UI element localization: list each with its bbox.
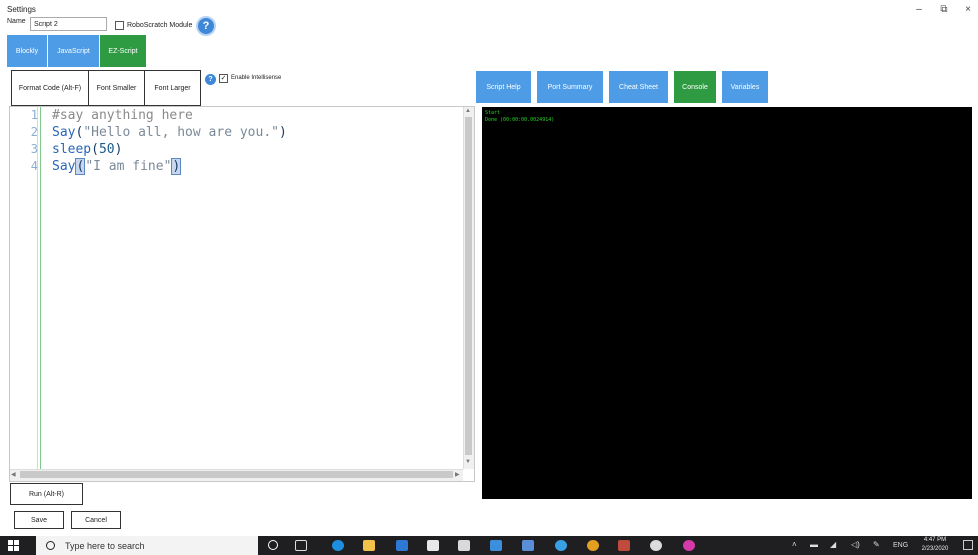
app-icon[interactable] — [458, 540, 470, 551]
roboscratch-label: RoboScratch Module — [127, 22, 193, 29]
mail-icon[interactable] — [427, 540, 439, 551]
code-string: "Hello all, how are you." — [83, 125, 279, 140]
network-icon[interactable]: ◢ — [830, 540, 836, 549]
help-icon[interactable]: ? — [196, 16, 216, 36]
search-icon — [46, 541, 55, 550]
tab-javascript[interactable]: JavaScript — [48, 35, 99, 67]
cortana-icon[interactable] — [268, 540, 278, 550]
roboscratch-checkbox[interactable] — [115, 21, 124, 30]
cancel-button[interactable]: Cancel — [71, 511, 121, 529]
word-app-icon[interactable] — [522, 540, 534, 551]
intellisense-help-icon[interactable]: ? — [205, 74, 216, 85]
code-function: Say — [52, 125, 76, 140]
tab-variables[interactable]: Variables — [722, 71, 768, 103]
save-button[interactable]: Save — [14, 511, 64, 529]
edge-icon[interactable] — [332, 540, 344, 551]
editor-horizontal-scroll-thumb[interactable] — [20, 471, 453, 478]
windows-start-icon[interactable] — [8, 540, 20, 551]
code-paren-highlight: ( — [75, 158, 86, 175]
app-icon-2[interactable] — [490, 540, 502, 551]
pen-icon[interactable]: ✎ — [873, 540, 880, 549]
tab-cheat-sheet[interactable]: Cheat Sheet — [609, 71, 668, 103]
app-icon-3[interactable] — [618, 540, 630, 551]
font-larger-button[interactable]: Font Larger — [144, 70, 201, 106]
restore-button[interactable]: ⧉ — [937, 4, 951, 15]
close-button[interactable]: × — [961, 4, 975, 15]
settings-gear-icon[interactable] — [650, 540, 662, 551]
line-number: 3 — [30, 142, 38, 156]
code-line-2[interactable]: 2 Say("Hello all, how are you.") — [14, 124, 287, 141]
line-number: 4 — [30, 159, 38, 173]
intellisense-label: Enable Intellisense — [231, 75, 282, 81]
code-string: "I am fine" — [85, 159, 172, 174]
volume-icon[interactable]: ◁) — [851, 540, 860, 549]
intellisense-checkbox[interactable]: ✓ — [219, 74, 228, 83]
code-paren: ) — [278, 125, 287, 140]
clock-time: 4:47 PM — [923, 537, 947, 543]
chrome-icon[interactable] — [587, 540, 599, 551]
tab-port-summary[interactable]: Port Summary — [537, 71, 603, 103]
code-line-4[interactable]: 4 Say("I am fine") — [14, 158, 182, 175]
internet-explorer-icon[interactable] — [555, 540, 567, 551]
name-label: Name — [7, 18, 26, 25]
language-indicator[interactable]: ENG — [893, 542, 908, 549]
scroll-left-arrow-icon[interactable]: ◀ — [11, 471, 16, 478]
tab-ez-script[interactable]: EZ-Script — [100, 35, 146, 67]
window-title: Settings — [7, 5, 36, 14]
console-output — [482, 107, 972, 499]
code-paren: ) — [114, 142, 123, 157]
file-explorer-icon[interactable] — [363, 540, 375, 551]
task-view-icon[interactable] — [295, 540, 307, 551]
code-paren: ( — [91, 142, 99, 157]
code-paren-highlight: ) — [171, 158, 182, 175]
script-name-input[interactable] — [30, 17, 107, 31]
notification-icon[interactable] — [963, 540, 973, 550]
line-number: 2 — [30, 125, 38, 139]
tab-console[interactable]: Console — [674, 71, 716, 103]
minimize-button[interactable]: – — [912, 4, 926, 15]
store-icon[interactable] — [396, 540, 408, 551]
taskbar-search-box[interactable]: Type here to search — [36, 536, 258, 555]
code-comment: #say anything here — [52, 108, 193, 123]
scroll-down-arrow-icon[interactable]: ▼ — [465, 459, 471, 465]
font-smaller-button[interactable]: Font Smaller — [88, 70, 145, 106]
search-placeholder: Type here to search — [65, 540, 145, 551]
code-number: 50 — [98, 142, 115, 157]
format-code-button[interactable]: Format Code (Alt-F) — [11, 70, 89, 106]
clock-date: 2/23/2020 — [921, 546, 949, 552]
tab-script-help[interactable]: Script Help — [476, 71, 531, 103]
scroll-up-arrow-icon[interactable]: ▲ — [465, 108, 471, 114]
taskbar-clock[interactable]: 4:47 PM 2/23/2020 — [918, 536, 952, 554]
code-line-3[interactable]: 3 sleep(50) — [14, 141, 123, 158]
line-number: 1 — [30, 108, 38, 122]
code-line-1[interactable]: 1 #say anything here — [14, 107, 193, 124]
app-icon-4[interactable] — [683, 540, 695, 551]
code-function: sleep — [52, 142, 92, 157]
tab-blockly[interactable]: Blockly — [7, 35, 47, 67]
tray-app-icon[interactable]: ▬ — [810, 540, 818, 549]
scroll-right-arrow-icon[interactable]: ▶ — [455, 471, 460, 478]
editor-vertical-scroll-thumb[interactable] — [465, 117, 472, 455]
code-function: Say — [52, 159, 76, 174]
run-button[interactable]: Run (Alt-R) — [10, 483, 83, 505]
console-line-done: Done (00:00:00.0024914) — [485, 117, 555, 123]
tray-chevron-icon[interactable]: ˄ — [792, 540, 797, 549]
console-line-start: Start — [485, 110, 501, 116]
